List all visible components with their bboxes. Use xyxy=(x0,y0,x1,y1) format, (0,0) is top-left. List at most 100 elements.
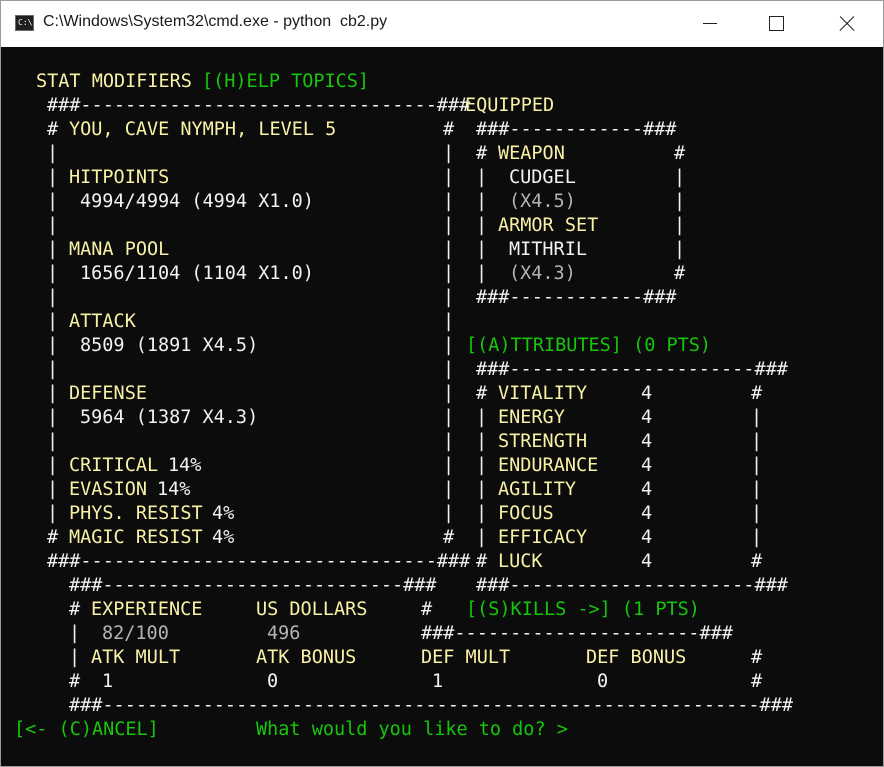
attributes-border: | xyxy=(476,527,488,548)
stats-bottom-border: ###--------------------------------### xyxy=(47,551,471,572)
stats-border: | xyxy=(443,143,455,164)
stats-border: | xyxy=(443,431,455,452)
stats-border: | xyxy=(47,311,59,332)
evasion-label: EVASION xyxy=(69,479,147,500)
us-dollars-value: 496 xyxy=(267,623,301,644)
armor-name: MITHRIL xyxy=(509,239,587,260)
attribute-value: 4 xyxy=(641,407,653,428)
close-button[interactable] xyxy=(823,1,869,47)
stats-border: | xyxy=(443,503,455,524)
attributes-border-hash: # xyxy=(476,551,488,572)
attack-value: 8509 (1891 X4.5) xyxy=(80,335,259,356)
stats-border: | xyxy=(47,359,59,380)
stats-border-hash: # xyxy=(47,527,59,548)
window-title: C:\Windows\System32\cmd.exe - python cb2… xyxy=(43,13,388,30)
title-bar[interactable]: C:\ C:\Windows\System32\cmd.exe - python… xyxy=(1,1,883,47)
mana-pool-value: 1656/1104 (1104 X1.0) xyxy=(80,263,314,284)
stats-border: | xyxy=(443,311,455,332)
scrollbar[interactable] xyxy=(867,47,883,766)
def-bonus-label: DEF BONUS xyxy=(586,647,687,668)
attributes-border: | xyxy=(751,479,763,500)
hitpoints-value: 4994/4994 (4994 X1.0) xyxy=(80,191,314,212)
equipped-bottom-border: ###------------### xyxy=(476,287,677,308)
equipped-border: | xyxy=(674,191,686,212)
attributes-border: | xyxy=(476,503,488,524)
stats-border-hash: # xyxy=(47,119,59,140)
stats-border: | xyxy=(443,455,455,476)
attribute-name: ENDURANCE xyxy=(498,455,599,476)
progress-border: | xyxy=(69,623,81,644)
stats-border: | xyxy=(47,215,59,236)
attribute-value: 4 xyxy=(641,455,653,476)
weapon-name: CUDGEL xyxy=(509,167,576,188)
progress-border-hash: # xyxy=(69,599,81,620)
defense-value: 5964 (1387 X4.3) xyxy=(80,407,259,428)
terminal-output[interactable]: STAT MODIFIERS [(H)ELP TOPICS] ###------… xyxy=(1,47,883,766)
attributes-border: | xyxy=(476,407,488,428)
progress-bottom-border: ###-------------------------------------… xyxy=(69,695,793,716)
equipped-border: | xyxy=(476,215,488,236)
magic-resist-value: 4% xyxy=(212,527,235,548)
maximize-button[interactable] xyxy=(753,1,799,47)
attribute-value: 4 xyxy=(641,479,653,500)
armor-multiplier: (X4.3) xyxy=(509,263,576,284)
equipped-border-hash: # xyxy=(674,143,686,164)
attributes-border-hash: # xyxy=(751,383,763,404)
equipped-border: | xyxy=(476,239,488,260)
attributes-border-hash: # xyxy=(476,383,488,404)
stats-border: | xyxy=(47,479,59,500)
help-topics-option[interactable]: [(H)ELP TOPICS] xyxy=(202,70,369,94)
attribute-value: 4 xyxy=(641,431,653,452)
attribute-name: LUCK xyxy=(498,551,543,572)
stats-border: | xyxy=(443,239,455,260)
critical-value: 14% xyxy=(168,455,202,476)
skills-border-hash: # xyxy=(751,647,763,668)
stats-border: | xyxy=(47,239,59,260)
attribute-name: ENERGY xyxy=(498,407,565,428)
equipped-border-hash: # xyxy=(674,263,686,284)
cancel-option[interactable]: [<- (C)ANCEL] xyxy=(14,718,159,742)
attributes-border: | xyxy=(751,503,763,524)
equipped-border: | xyxy=(674,239,686,260)
hitpoints-label: HITPOINTS xyxy=(69,167,170,188)
def-mult-label: DEF MULT xyxy=(421,647,511,668)
stats-border: | xyxy=(47,335,59,356)
stats-border: | xyxy=(443,335,455,356)
stats-border: | xyxy=(47,455,59,476)
experience-label: EXPERIENCE xyxy=(91,599,203,620)
attack-label: ATTACK xyxy=(69,311,136,332)
cmd-console-icon: C:\ xyxy=(15,15,34,31)
magic-resist-label: MAGIC RESIST xyxy=(69,527,203,548)
stats-border: | xyxy=(443,167,455,188)
player-info: YOU, CAVE NYMPH, LEVEL 5 xyxy=(69,119,337,140)
command-prompt[interactable]: What would you like to do? > xyxy=(256,718,568,742)
stats-border-hash: # xyxy=(443,119,455,140)
stats-border: | xyxy=(443,359,455,380)
attributes-top-border: ###----------------------### xyxy=(476,359,788,380)
attributes-bottom-border: ###----------------------### xyxy=(476,575,788,596)
stats-border: | xyxy=(47,503,59,524)
us-dollars-label: US DOLLARS xyxy=(256,599,368,620)
attribute-value: 4 xyxy=(641,383,653,404)
attribute-name: FOCUS xyxy=(498,503,554,524)
stats-border: | xyxy=(47,143,59,164)
attribute-value: 4 xyxy=(641,527,653,548)
attributes-border: | xyxy=(476,431,488,452)
attributes-border: | xyxy=(751,431,763,452)
stats-border-hash: # xyxy=(443,527,455,548)
attribute-name: VITALITY xyxy=(498,383,588,404)
attribute-name: AGILITY xyxy=(498,479,576,500)
stats-top-border: ###--------------------------------### xyxy=(47,95,471,116)
attributes-border: | xyxy=(751,527,763,548)
attributes-border: | xyxy=(476,455,488,476)
weapon-multiplier: (X4.5) xyxy=(509,191,576,212)
stat-modifiers-heading: STAT MODIFIERS xyxy=(36,71,192,92)
attributes-border-hash: # xyxy=(751,551,763,572)
minimize-button[interactable] xyxy=(687,1,733,47)
equipped-border: | xyxy=(476,167,488,188)
def-mult-value: 1 xyxy=(432,671,444,692)
attributes-option[interactable]: [(A)TTRIBUTES] (0 PTS) xyxy=(466,334,711,358)
skills-option[interactable]: [(S)KILLS ->] (1 PTS) xyxy=(466,598,700,622)
attributes-border: | xyxy=(751,407,763,428)
progress-border-hash: # xyxy=(69,671,81,692)
